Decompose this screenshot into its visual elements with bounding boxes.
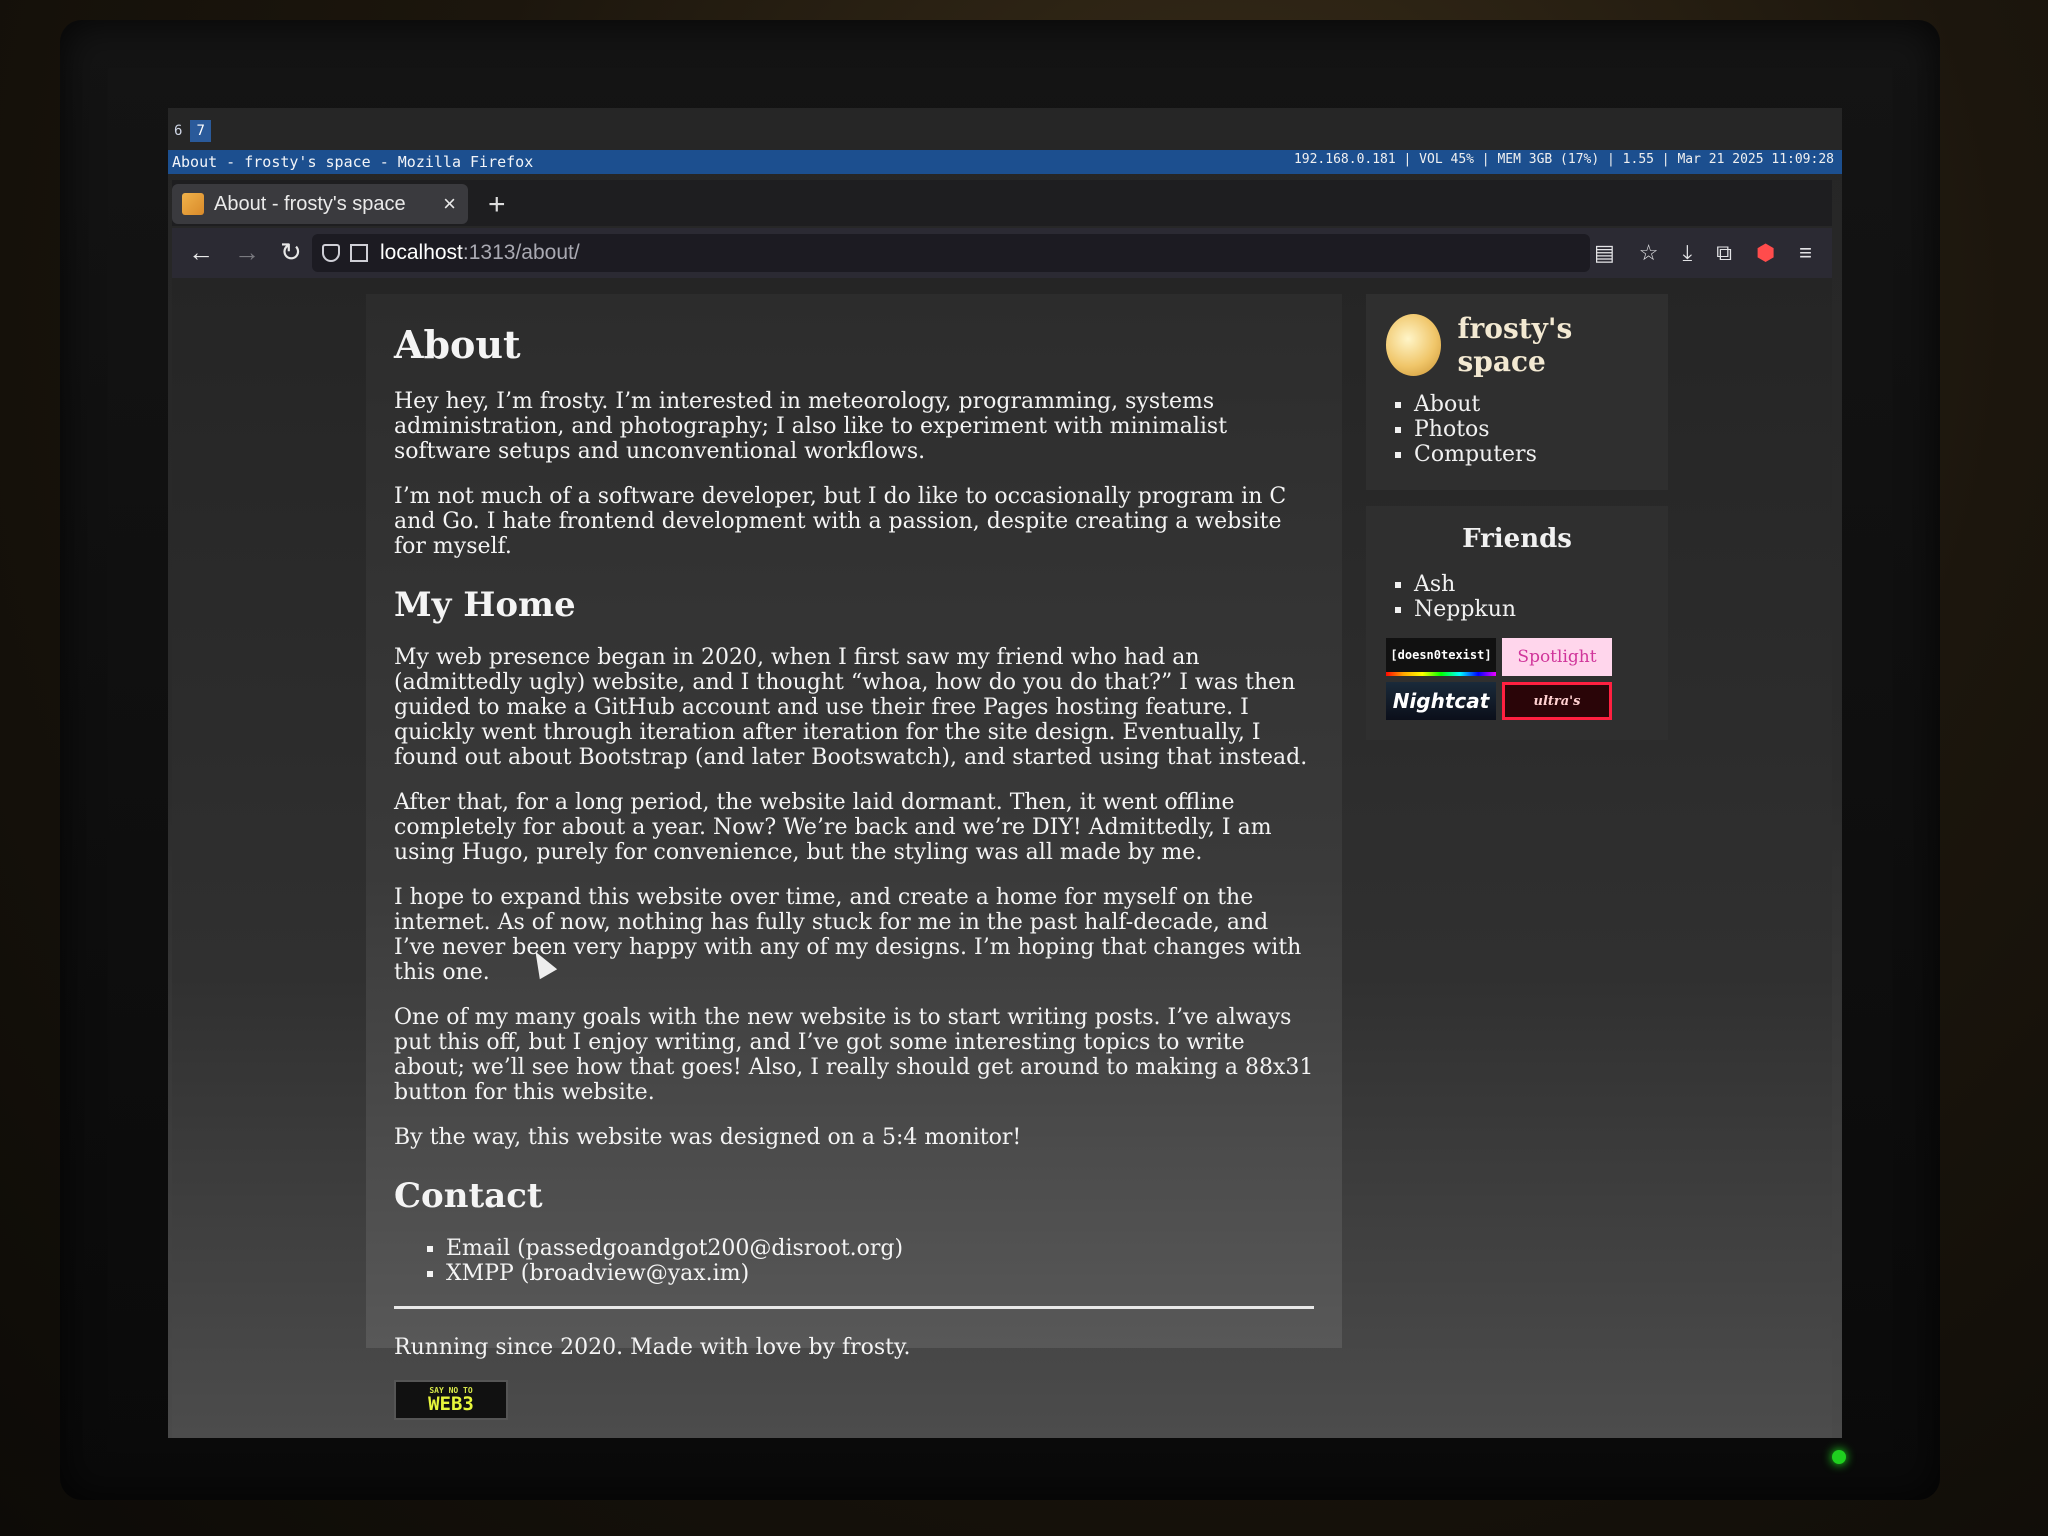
new-tab-button[interactable]: +	[488, 188, 506, 222]
bookmark-star-icon[interactable]: ☆	[1639, 240, 1659, 266]
home-paragraph: One of my many goals with the new websit…	[394, 1005, 1314, 1105]
download-icon[interactable]: ⤓	[1682, 240, 1692, 266]
tab-about[interactable]: About - frosty's space ×	[172, 184, 468, 224]
friend-link-ash[interactable]: Ash	[1414, 572, 1648, 597]
tab-bar: About - frosty's space × +	[172, 180, 1832, 226]
contact-email[interactable]: Email (passedgoandgot200@disroot.org)	[446, 1236, 1314, 1261]
footer-text: Running since 2020. Made with love by fr…	[394, 1335, 911, 1360]
button-spotlight[interactable]: Spotlight	[1502, 638, 1612, 676]
button-nightcat[interactable]: Nightcat	[1386, 682, 1496, 720]
page-viewport: About Hey hey, I’m frosty. I’m intereste…	[172, 278, 1832, 1438]
no-web3-badge[interactable]: SAY NO TO WEB3	[394, 1380, 508, 1420]
nav-link-about[interactable]: About	[1414, 392, 1648, 417]
workspace-6[interactable]: 6	[168, 120, 188, 142]
sidebar-brand: frosty's space About Photos Computers	[1366, 294, 1668, 490]
footer-divider	[394, 1306, 1314, 1309]
favicon-icon	[182, 193, 204, 215]
reload-icon[interactable]: ↻	[280, 238, 302, 266]
friends-box: Friends Ash Neppkun [doesn0texist] Spotl…	[1366, 506, 1668, 740]
brand-row[interactable]: frosty's space	[1386, 312, 1648, 378]
toolbar-icons: ▤ ☆ ⤓ ⧉ ⬢ ≡	[1594, 240, 1812, 266]
nav-link-computers[interactable]: Computers	[1414, 442, 1648, 467]
home-paragraph: I hope to expand this website over time,…	[394, 885, 1302, 985]
page-title: About	[394, 322, 521, 367]
page-info-icon[interactable]	[350, 244, 368, 262]
menu-icon[interactable]: ≡	[1799, 240, 1812, 266]
intro-paragraph: Hey hey, I’m frosty. I’m interested in m…	[394, 389, 1228, 464]
home-heading: My Home	[394, 585, 576, 625]
reader-view-icon[interactable]: ▤	[1594, 240, 1615, 266]
shield-icon[interactable]	[322, 244, 340, 262]
intro-paragraph: I’m not much of a software developer, bu…	[394, 484, 1287, 559]
tab-title: About - frosty's space	[214, 192, 406, 215]
back-arrow-icon[interactable]: ←	[188, 238, 214, 266]
contact-list: Email (passedgoandgot200@disroot.org) XM…	[394, 1236, 1314, 1286]
avatar	[1386, 314, 1442, 376]
sidebar-nav: About Photos Computers	[1414, 392, 1648, 467]
home-paragraph: By the way, this website was designed on…	[394, 1125, 1022, 1150]
contact-heading: Contact	[394, 1176, 543, 1216]
power-led	[1832, 1450, 1846, 1464]
home-paragraph: After that, for a long period, the websi…	[394, 790, 1272, 865]
close-icon[interactable]: ×	[443, 191, 456, 217]
web3-badge-big: WEB3	[428, 1392, 474, 1415]
contact-xmpp[interactable]: XMPP (broadview@yax.im)	[446, 1261, 1314, 1286]
url-host: localhost	[380, 241, 463, 264]
home-paragraph: My web presence began in 2020, when I fi…	[394, 645, 1308, 770]
nav-link-photos[interactable]: Photos	[1414, 417, 1648, 442]
friends-heading: Friends	[1462, 524, 1572, 554]
friend-link-neppkun[interactable]: Neppkun	[1414, 597, 1648, 622]
friend-buttons: [doesn0texist] Spotlight Nightcat ultra'…	[1386, 638, 1648, 720]
site-name: frosty's space	[1457, 312, 1573, 378]
friends-list: Ash Neppkun	[1414, 572, 1648, 622]
url-bar[interactable]: localhost :1313/about/	[312, 234, 1590, 272]
nav-toolbar: ← → ↻ localhost :1313/about/ ▤ ☆ ⤓ ⧉ ⬢ ≡	[172, 228, 1832, 278]
url-path: :1313/about/	[462, 241, 580, 264]
ublock-icon[interactable]: ⬢	[1756, 240, 1775, 266]
workspace-7[interactable]: 7	[190, 120, 211, 142]
workspace-indicator: 6 7	[168, 120, 211, 142]
forward-arrow-icon[interactable]: →	[234, 238, 260, 266]
screen: 6 7 About - frosty's space - Mozilla Fir…	[168, 108, 1842, 1438]
button-ultra[interactable]: ultra's	[1502, 682, 1612, 720]
status-bar: 192.168.0.181 | VOL 45% | MEM 3GB (17%) …	[1293, 152, 1834, 167]
button-doesnotexist[interactable]: [doesn0texist]	[1386, 638, 1496, 676]
extensions-icon[interactable]: ⧉	[1716, 240, 1732, 266]
main-content: About Hey hey, I’m frosty. I’m intereste…	[366, 294, 1342, 1420]
